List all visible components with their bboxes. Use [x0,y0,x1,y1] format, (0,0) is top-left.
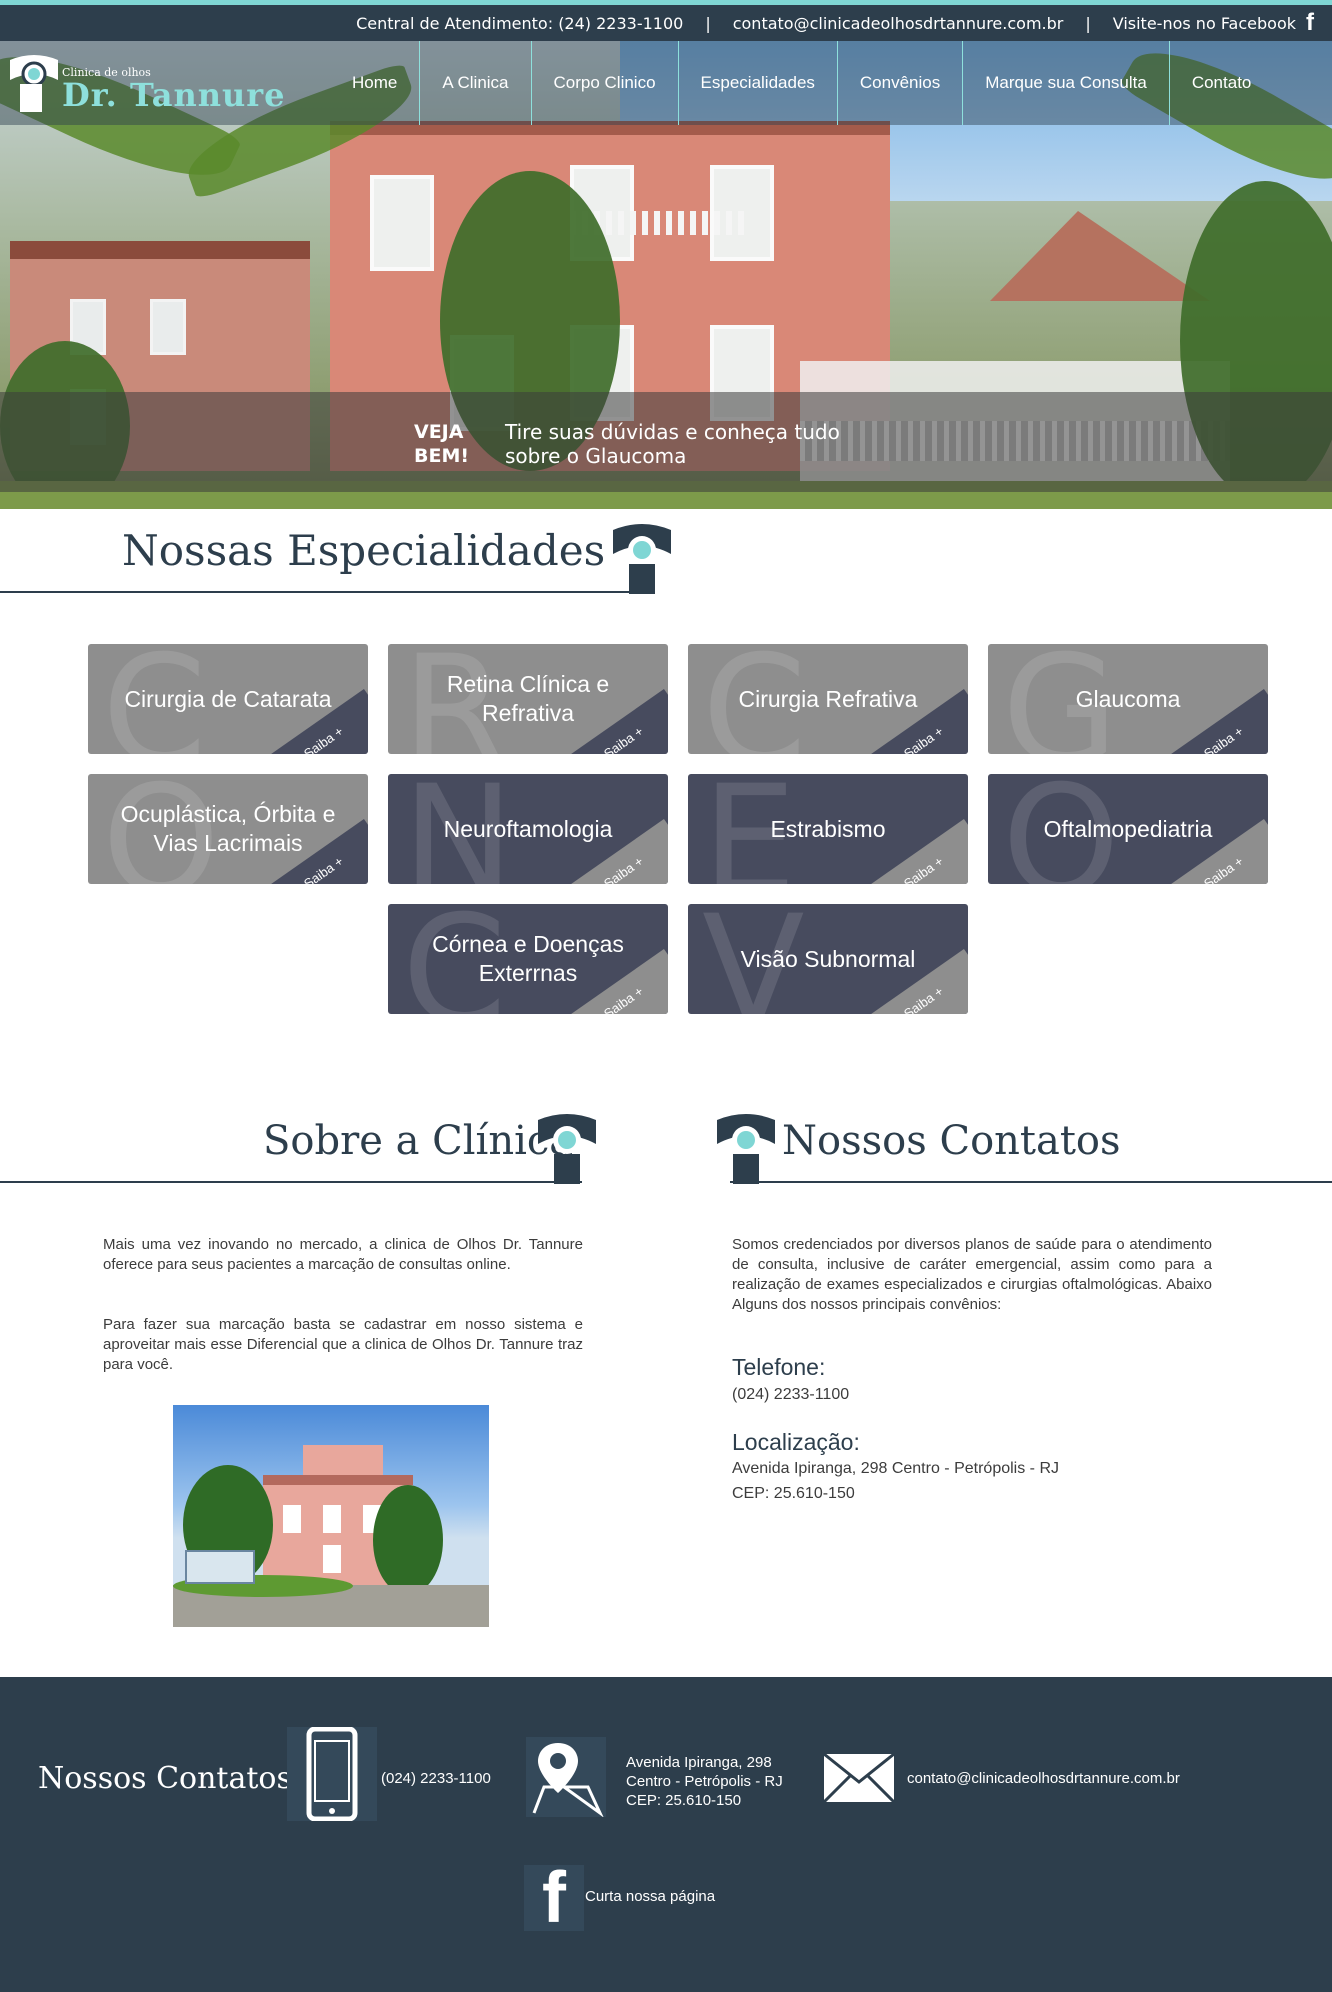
footer-mail-tile [822,1752,896,1804]
footer-facebook-tile[interactable]: f [524,1858,584,1938]
specialty-label: Cirurgia Refrativa [738,685,918,712]
window [370,175,434,271]
footer: Nossos Contatos (024) 2233-1100 Avenida … [0,1677,1332,1992]
top-facebook-link[interactable]: Visite-nos no Facebook [1113,14,1296,33]
nav-contato[interactable]: Contato [1170,41,1274,125]
section-underline [0,1181,582,1183]
footer-address-line3: CEP: 25.610-150 [626,1792,742,1809]
specialty-label: Visão Subnormal [740,945,916,972]
specialty-tile[interactable]: V Visão Subnormal Saiba + [688,904,968,1014]
footer-phone[interactable]: (024) 2233-1100 [381,1769,491,1788]
section-underline [730,1181,1332,1183]
specialty-label: Ocuplástica, Órbita e Vias Lacrimais [120,801,336,856]
specialty-label: Oftalmopediatria [1043,815,1213,842]
footer-address: Avenida Ipiranga, 298 Centro - Petrópoli… [626,1753,783,1810]
banner-text-line1: Tire suas dúvidas e conheça tudo [505,420,840,444]
banner-text: Tire suas dúvidas e conheça tudo sobre o… [505,420,885,468]
specialty-tile[interactable]: O Oftalmopediatria Saiba + [988,774,1268,884]
footer-address-line1: Avenida Ipiranga, 298 [626,1754,772,1771]
logo-eye-icon [10,55,58,112]
specialty-tile[interactable]: E Estrabismo Saiba + [688,774,968,884]
specialty-tile[interactable]: O Ocuplástica, Órbita e Vias Lacrimais Sai… [88,774,368,884]
envelope-icon [822,1752,896,1804]
top-email-link[interactable]: contato@clinicadeolhosdrtannure.com.br [733,14,1064,33]
footer-phone-tile [287,1726,377,1822]
footer-facebook-link[interactable]: Curta nossa página [585,1887,715,1906]
nav-convenios[interactable]: Convênios [838,41,962,125]
specialty-label: Glaucoma [1075,685,1181,712]
saiba-mais-label: Saiba + [900,723,946,754]
nav-especialidades[interactable]: Especialidades [679,41,837,125]
facebook-icon: f [542,1858,566,1938]
logo[interactable]: Clinica de olhos Dr. Tannure [10,52,300,122]
saiba-mais-label: Saiba + [900,853,946,884]
nav-a-clinica[interactable]: A Clinica [420,41,530,125]
nav-home[interactable]: Home [330,41,419,125]
top-bar: Central de Atendimento: (24) 2233-1100 |… [0,0,1332,41]
contatos-title: Nossos Contatos [782,1118,1121,1164]
telefone-value[interactable]: (024) 2233-1100 [732,1386,849,1404]
specialty-tile[interactable]: C Córnea e Doenças Exterrnas Saiba + [388,904,668,1014]
specialty-label: Cirurgia de Catarata [124,685,332,712]
nav-corpo-clinico[interactable]: Corpo Clinico [532,41,678,125]
separator: | [1085,13,1091,33]
sobre-paragraph-2: Para fazer sua marcação basta se cadastr… [103,1316,583,1373]
glaucoma-banner[interactable]: VEJA BEM! Tire suas dúvidas e conheça tu… [0,392,1332,492]
specialty-label: Neuroftamologia [443,815,613,842]
localizacao-label: Localização: [732,1429,860,1455]
specialty-tile[interactable]: N Neuroftamologia Saiba + [388,774,668,884]
endereco-value: Avenida Ipiranga, 298 Centro - Petrópoli… [732,1460,1059,1477]
central-atendimento: Central de Atendimento: (24) 2233-1100 [356,13,684,33]
window [150,299,186,355]
saiba-mais-label: Saiba + [300,723,346,754]
telefone-label: Telefone: [732,1354,826,1380]
specialty-tile[interactable]: C Cirurgia de Catarata Saiba + [88,644,368,754]
banner-label-line2: BEM! [414,445,470,467]
eye-icon [717,1114,775,1184]
contatos-intro: Somos credenciados por diversos planos d… [732,1236,1212,1313]
banner-label: VEJA BEM! [414,420,484,468]
specialty-label: Estrabismo [770,815,886,842]
map-pin-icon [532,1743,604,1818]
sobre-paragraph-1: Mais uma vez inovando no mercado, a clin… [103,1236,583,1273]
saiba-mais-label: Saiba + [1200,853,1246,884]
photo-window [283,1505,301,1533]
photo-sign [185,1550,255,1584]
photo-window [323,1505,341,1533]
footer-map-tile [526,1737,606,1818]
specialty-tile[interactable]: C Cirurgia Refrativa Saiba + [688,644,968,754]
facebook-icon[interactable]: f [1306,9,1314,37]
eye-icon [538,1114,596,1184]
logo-title: Dr. Tannure [62,76,286,114]
photo-tree [373,1485,443,1595]
sobre-title: Sobre a Clínica [263,1118,574,1164]
hero-roof [990,211,1210,301]
specialty-tile[interactable]: G Glaucoma Saiba + [988,644,1268,754]
saiba-mais-label: Saiba + [600,853,646,884]
banner-label-line1: VEJA [414,421,464,443]
banner-text-line2: sobre o Glaucoma [505,444,687,468]
eye-icon [613,524,671,594]
footer-email[interactable]: contato@clinicadeolhosdrtannure.com.br [907,1769,1180,1788]
cep-value: CEP: 25.610-150 [732,1485,855,1502]
photo-window [323,1545,341,1573]
especialidades-title: Nossas Especialidades [122,526,606,575]
specialty-label: Córnea e Doenças Exterrnas [432,931,624,986]
nav-marque-consulta[interactable]: Marque sua Consulta [963,41,1169,125]
separator: | [705,13,711,33]
saiba-mais-label: Saiba + [1200,723,1246,754]
section-underline [0,591,640,593]
saiba-mais-label: Saiba + [900,983,946,1014]
footer-address-line2: Centro - Petrópolis - RJ [626,1773,783,1790]
footer-title: Nossos Contatos [38,1761,292,1796]
clinic-photo [173,1405,489,1627]
specialty-tile[interactable]: R Retina Clínica e Refrativa Saiba + [388,644,668,754]
specialty-label: Retina Clínica e Refrativa [446,671,610,726]
phone-icon [306,1726,358,1822]
main-nav: Home A Clinica Corpo Clinico Especialida… [330,41,1273,125]
